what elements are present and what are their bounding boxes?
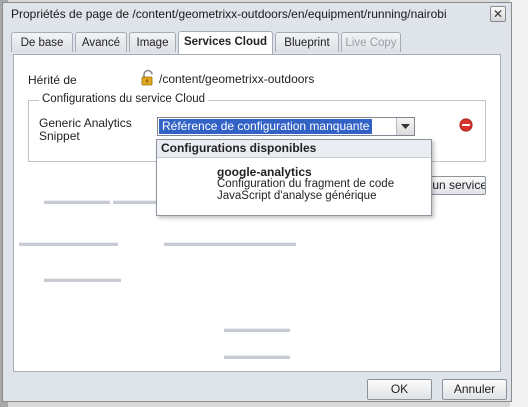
item-name: google-analytics [217,165,312,179]
tab-blueprint[interactable]: Blueprint [275,32,339,52]
ghost-text: ▬▬▬▬▬▬▬▬▬▬▬▬ [164,237,296,249]
tab-avance[interactable]: Avancé [75,32,127,52]
dialog-title: Propriétés de page de /content/geometrix… [11,7,447,21]
generic-analytics-label: Generic Analytics Snippet [39,116,132,143]
ghost-text: ▬▬▬▬▬▬ [224,350,290,362]
ok-button[interactable]: OK [367,379,432,400]
dropdown-header: Configurations disponibles [157,140,431,158]
combo-selected-value[interactable]: Référence de configuration manquante [159,119,373,134]
remove-config-icon[interactable] [459,118,473,132]
lock-icon[interactable] [139,69,157,87]
tab-de-base[interactable]: De base [11,32,73,52]
inherited-label: Hérité de [28,73,77,87]
chevron-down-icon [401,124,410,129]
page-properties-dialog: Propriétés de page de /content/geometrix… [2,2,512,402]
fieldset-legend: Configurations du service Cloud [39,93,209,105]
dropdown-item-google-analytics[interactable]: google-analytics Configuration du fragme… [217,166,394,202]
item-description-line1: Configuration du fragment de code [217,178,395,190]
ghost-text: ▬▬▬▬▬▬▬ [44,273,121,285]
dialog-titlebar[interactable]: Propriétés de page de /content/geometrix… [3,3,511,27]
combo-dropdown-button[interactable] [396,118,414,135]
tab-strip: De base Avancé Image Services Cloud Blue… [11,31,501,54]
background-right [510,0,528,407]
tab-image[interactable]: Image [129,32,176,52]
close-button[interactable]: ✕ [490,6,506,22]
add-service-button[interactable]: r un service [424,176,486,195]
configuration-combo[interactable]: Référence de configuration manquante [157,117,415,136]
tab-live-copy: Live Copy [341,32,401,52]
ghost-text: ▬▬▬▬▬▬ [224,323,290,335]
ghost-text: ▬▬▬▬▬▬▬▬▬ [19,237,118,249]
tab-services-cloud[interactable]: Services Cloud [178,31,273,54]
cancel-button[interactable]: Annuler [442,379,507,400]
available-configurations-dropdown: Configurations disponibles google-analyt… [156,139,432,216]
item-description-line2: JavaScript d'analyse générique [217,190,377,202]
inherited-path: /content/geometrixx-outdoors [159,72,315,86]
